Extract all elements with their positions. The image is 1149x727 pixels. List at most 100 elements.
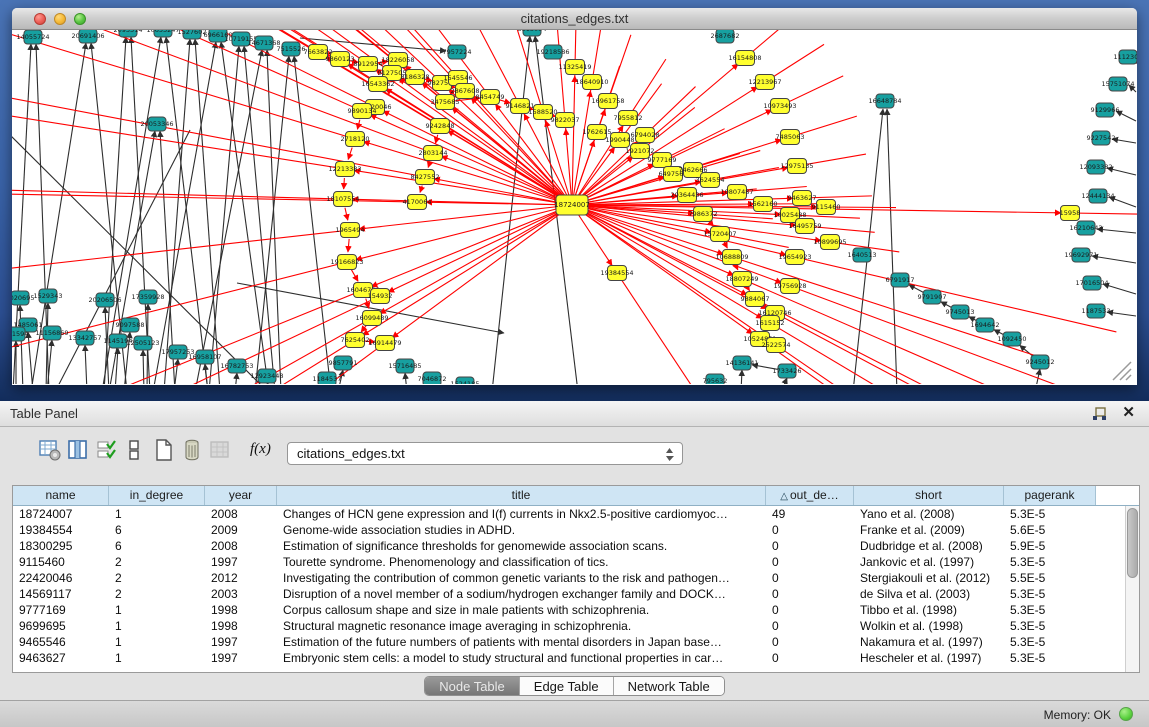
table-cell[interactable]: 2	[109, 570, 205, 586]
table-cell[interactable]: Franke et al. (2009)	[854, 522, 1004, 538]
table-body[interactable]: 18724007 1 2008Changes of HCN gene express…	[13, 506, 1125, 672]
table-cell[interactable]: 1997	[205, 554, 277, 570]
new-table-icon[interactable]	[152, 439, 176, 465]
table-cell[interactable]: 1997	[205, 650, 277, 666]
table-cell[interactable]: 2003	[205, 586, 277, 602]
select-rows-icon[interactable]	[95, 439, 119, 465]
column-header-pagerank[interactable]: pagerank	[1004, 486, 1096, 505]
column-visibility-icon[interactable]	[66, 439, 90, 465]
table-cell[interactable]: 5.9E-5	[1004, 538, 1082, 554]
table-cell[interactable]: Stergiakouli et al. (2012)	[854, 570, 1004, 586]
table-cell[interactable]: 0	[766, 602, 854, 618]
table-settings-icon[interactable]	[38, 439, 62, 465]
table-cell[interactable]: 5.3E-5	[1004, 618, 1082, 634]
table-selector-dropdown[interactable]: citations_edges.txt	[287, 442, 683, 465]
table-cell[interactable]: 5.5E-5	[1004, 570, 1082, 586]
table-cell[interactable]: Estimation of the future numbers of pati…	[277, 634, 766, 650]
table-cell[interactable]: Structural magnetic resonance image aver…	[277, 618, 766, 634]
column-header-year[interactable]: year	[205, 486, 277, 505]
window-titlebar[interactable]: citations_edges.txt	[12, 8, 1137, 30]
table-cell[interactable]: 1	[109, 634, 205, 650]
table-row[interactable]: 1938455462009Genome-wide association stu…	[13, 522, 1125, 538]
table-cell[interactable]: Investigating the contribution of common…	[277, 570, 766, 586]
table-row[interactable]: 1456911722003Disruption of a novel membe…	[13, 586, 1125, 602]
table-cell[interactable]: 5.3E-5	[1004, 650, 1082, 666]
table-cell[interactable]: Corpus callosum shape and size in male p…	[277, 602, 766, 618]
table-cell[interactable]: Disruption of a novel member of a sodium…	[277, 586, 766, 602]
table-cell[interactable]: de Silva et al. (2003)	[854, 586, 1004, 602]
table-cell[interactable]: 0	[766, 522, 854, 538]
table-cell[interactable]: 18300295	[13, 538, 109, 554]
table-panel-header[interactable]: Table Panel ✕	[0, 401, 1149, 427]
tab-edge-table[interactable]: Edge Table	[520, 677, 614, 695]
table-cell[interactable]: Yano et al. (2008)	[854, 506, 1004, 522]
table-cell[interactable]: 0	[766, 650, 854, 666]
table-row[interactable]: 911546021997Tourette syndrome. Phenomeno…	[13, 554, 1125, 570]
table-cell[interactable]: 9115460	[13, 554, 109, 570]
table-row[interactable]: 946362711997Embryonic stem cells: a mode…	[13, 650, 1125, 666]
table-cell[interactable]: Wolkin et al. (1998)	[854, 618, 1004, 634]
citation-network-graph[interactable]: 1405572420691406209331410653247152760269…	[12, 30, 1137, 384]
table-cell[interactable]: 9463627	[13, 650, 109, 666]
table-cell[interactable]: 5.3E-5	[1004, 586, 1082, 602]
table-cell[interactable]: 19384554	[13, 522, 109, 538]
table-cell[interactable]: 5.3E-5	[1004, 634, 1082, 650]
table-cell[interactable]: 6	[109, 538, 205, 554]
scrollbar-thumb[interactable]	[1127, 508, 1138, 578]
table-cell[interactable]: 1997	[205, 634, 277, 650]
table-row[interactable]: 969969511998Structural magnetic resonanc…	[13, 618, 1125, 634]
table-cell[interactable]: 9777169	[13, 602, 109, 618]
float-window-icon[interactable]	[1092, 407, 1107, 421]
table-cell[interactable]: 5.3E-5	[1004, 506, 1082, 522]
table-cell[interactable]: 1	[109, 602, 205, 618]
column-header-title[interactable]: title	[277, 486, 766, 505]
column-header-out_de[interactable]: △out_de…	[766, 486, 854, 505]
column-header-in_degree[interactable]: in_degree	[109, 486, 205, 505]
canvas-resize-grip-icon[interactable]	[1109, 358, 1135, 382]
column-header-short[interactable]: short	[854, 486, 1004, 505]
function-builder-icon[interactable]: f(x)	[250, 441, 271, 458]
table-cell[interactable]: 5.3E-5	[1004, 554, 1082, 570]
table-cell[interactable]: Nakamura et al. (1997)	[854, 634, 1004, 650]
table-cell[interactable]: 1998	[205, 618, 277, 634]
table-cell[interactable]: 2	[109, 586, 205, 602]
table-cell[interactable]: Jankovic et al. (1997)	[854, 554, 1004, 570]
table-cell[interactable]: 5.3E-5	[1004, 602, 1082, 618]
column-header-name[interactable]: name	[13, 486, 109, 505]
table-row[interactable]: 2242004622012Investigating the contribut…	[13, 570, 1125, 586]
table-cell[interactable]: Estimation of significance thresholds fo…	[277, 538, 766, 554]
close-panel-icon[interactable]: ✕	[1122, 405, 1135, 421]
table-row[interactable]: 946554611997Estimation of the future num…	[13, 634, 1125, 650]
tab-node-table[interactable]: Node Table	[425, 677, 520, 695]
table-cell[interactable]: 2012	[205, 570, 277, 586]
table-cell[interactable]: 18724007	[13, 506, 109, 522]
table-cell[interactable]: Dudbridge et al. (2008)	[854, 538, 1004, 554]
table-row[interactable]: 1830029562008Estimation of significance …	[13, 538, 1125, 554]
table-cell[interactable]: 0	[766, 586, 854, 602]
table-row[interactable]: 977716911998Corpus callosum shape and si…	[13, 602, 1125, 618]
delete-table-icon[interactable]	[180, 439, 204, 465]
table-cell[interactable]: 0	[766, 634, 854, 650]
table-cell[interactable]: 9465546	[13, 634, 109, 650]
table-cell[interactable]: Tibbo et al. (1998)	[854, 602, 1004, 618]
table-cell[interactable]: 1	[109, 650, 205, 666]
table-cell[interactable]: 1	[109, 618, 205, 634]
table-row[interactable]: 1872400712008Changes of HCN gene express…	[13, 506, 1125, 522]
table-cell[interactable]: Embryonic stem cells: a model to study s…	[277, 650, 766, 666]
table-cell[interactable]: 2009	[205, 522, 277, 538]
row-height-icon[interactable]	[122, 439, 146, 465]
table-cell[interactable]: 1998	[205, 602, 277, 618]
table-cell[interactable]: 49	[766, 506, 854, 522]
table-cell[interactable]: 2	[109, 554, 205, 570]
table-cell[interactable]: Changes of HCN gene expression and I(f) …	[277, 506, 766, 522]
table-cell[interactable]: 2008	[205, 538, 277, 554]
table-cell[interactable]: 2008	[205, 506, 277, 522]
import-table-icon[interactable]	[208, 439, 232, 465]
table-cell[interactable]: 0	[766, 554, 854, 570]
table-cell[interactable]: 14569117	[13, 586, 109, 602]
table-cell[interactable]: 0	[766, 570, 854, 586]
network-canvas[interactable]: 1405572420691406209331410653247152760269…	[12, 30, 1137, 384]
table-cell[interactable]: 5.6E-5	[1004, 522, 1082, 538]
table-cell[interactable]: Hescheler et al. (1997)	[854, 650, 1004, 666]
table-cell[interactable]: 22420046	[13, 570, 109, 586]
